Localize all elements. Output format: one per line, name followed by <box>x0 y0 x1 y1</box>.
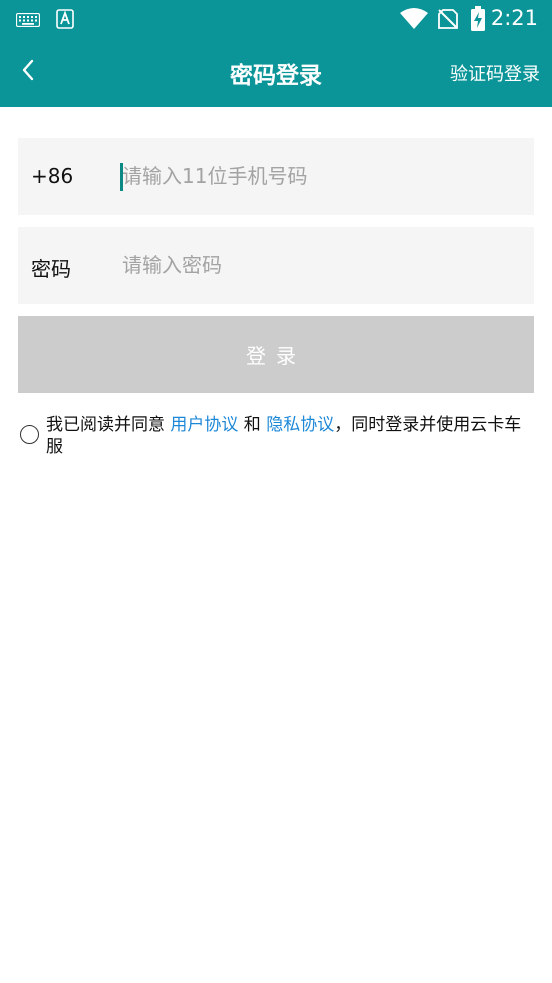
agreement-and: 和 <box>238 415 267 435</box>
keyboard-icon <box>15 12 41 31</box>
battery-charging-icon <box>470 6 486 36</box>
password-field[interactable]: 密码 <box>18 227 534 304</box>
phone-field[interactable]: +86 <box>18 138 534 215</box>
sms-login-link[interactable]: 验证码登录 <box>450 60 540 86</box>
country-code[interactable]: +86 <box>31 164 73 188</box>
agreement-checkbox[interactable] <box>20 425 39 444</box>
agreement-text: 我已阅读并同意 用户协议 和 隐私协议，同时登录并使用云卡车服 <box>46 414 552 458</box>
password-input[interactable] <box>120 245 522 285</box>
app-bar: 密码登录 验证码登录 <box>0 38 552 107</box>
agreement-row: 我已阅读并同意 用户协议 和 隐私协议，同时登录并使用云卡车服 <box>0 412 552 462</box>
password-label: 密码 <box>31 257 71 281</box>
login-button[interactable]: 登录 <box>18 316 534 393</box>
agreement-suffix-line2: 服 <box>46 437 63 457</box>
status-bar: 2:21 <box>0 0 552 38</box>
user-agreement-link[interactable]: 用户协议 <box>170 415 238 435</box>
agreement-prefix: 我已阅读并同意 <box>46 415 171 435</box>
agreement-suffix: ，同时登录并使用云卡车 <box>334 415 522 435</box>
text-app-icon <box>56 9 74 33</box>
status-time: 2:21 <box>490 6 538 30</box>
wifi-icon <box>400 8 428 34</box>
phone-input[interactable] <box>120 156 522 196</box>
no-sim-icon <box>437 8 459 34</box>
privacy-policy-link[interactable]: 隐私协议 <box>266 415 334 435</box>
text-cursor <box>120 163 123 191</box>
